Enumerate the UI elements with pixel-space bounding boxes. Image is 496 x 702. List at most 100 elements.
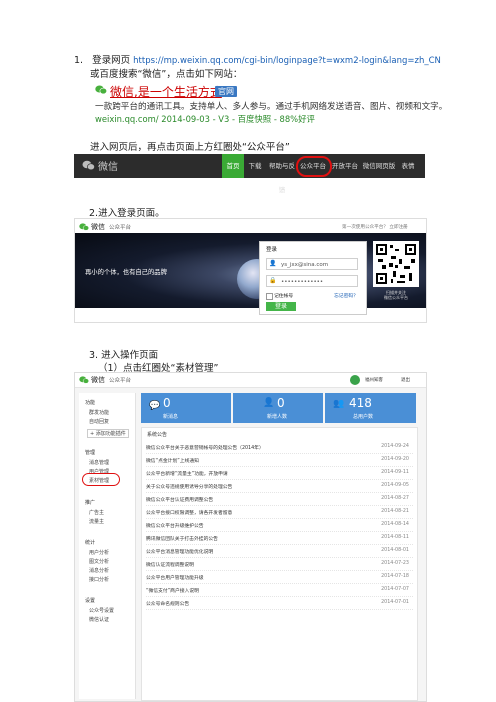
notice-row[interactable]: 微信认证流程调整说明 2014-07-23 (146, 559, 413, 571)
notice-row[interactable]: 公众号命名规则公告 2014-07-01 (146, 598, 413, 610)
message-icon: 💬 (149, 401, 161, 411)
add-plugin-button[interactable]: + 添加功能插件 (87, 429, 129, 438)
email-field[interactable]: ys_jxx@sina.com (266, 258, 358, 270)
notice-row[interactable]: “微信支付”商户接入说明 2014-07-07 (146, 585, 413, 597)
sidebar-item-auto-reply[interactable]: 自动回复 (89, 418, 109, 425)
red-highlight-circle (296, 156, 332, 177)
register-link[interactable]: 第一次使用公众平台？ 立即注册 (342, 224, 408, 230)
sidebar-item-user-analysis[interactable]: 用户分析 (89, 549, 109, 556)
login-form-title: 登录 (266, 247, 278, 253)
login-header-logo: 微信 (91, 223, 105, 231)
stat-num: 0 (277, 396, 285, 410)
sidebar-group-stats: 统计 (85, 540, 96, 546)
notice-title[interactable]: 腾讯微信团队关于打击外挂的公告 (146, 535, 218, 542)
wechat-logo-icon (79, 376, 89, 384)
nav-open-platform[interactable]: 开放平台 (330, 154, 360, 178)
notice-date: 2014-07-01 (381, 600, 409, 605)
admin-header: 微信 公众平台 福州知客 退出 (75, 373, 426, 388)
notice-title[interactable]: 公众平台消息管理功能优化说明 (146, 548, 213, 555)
navbar-logo-text: 微信 (98, 162, 118, 173)
sidebar-item-account-settings[interactable]: 公众号设置 (89, 607, 114, 614)
sidebar-group-settings: 设置 (85, 598, 96, 604)
notice-title[interactable]: 公众平台用户管理功能升级 (146, 574, 204, 581)
notice-title[interactable]: 关于公众号违规使用诱导分享的处理公告 (146, 483, 232, 490)
notice-date: 2014-08-11 (381, 535, 409, 540)
nav-home[interactable]: 首页 (222, 154, 244, 178)
notice-date: 2014-08-21 (381, 509, 409, 514)
search-result-title[interactable]: 微信,是一个生活方式 (110, 83, 222, 100)
step3-title: 3. 进入操作页面 (89, 350, 159, 361)
notice-row[interactable]: 公众平台消息管理功能优化说明 2014-08-01 (146, 546, 413, 558)
notice-title[interactable]: 微信认证流程调整说明 (146, 561, 194, 568)
qr-caption: 扫描并关注 微信公众平台 (384, 290, 408, 300)
admin-logo: 微信 (91, 376, 105, 384)
notice-title[interactable]: 微信公众平台升级维护公告 (146, 522, 204, 529)
notice-row[interactable]: 微信公众平台升级维护公告 2014-08-14 (146, 520, 413, 532)
search-result-meta: weixin.qq.com/ 2014-09-03 - V3 - 百度快照 - … (95, 114, 315, 124)
remember-checkbox[interactable] (266, 293, 273, 300)
notice-row[interactable]: 腾讯微信团队关于打击外挂的公告 2014-08-11 (146, 533, 413, 545)
notice-date: 2014-09-11 (381, 470, 409, 475)
notice-title[interactable]: “微信支付”商户接入说明 (146, 587, 199, 594)
login-button[interactable]: 登录 (266, 302, 296, 311)
notices-title: 系统公告 (147, 432, 168, 438)
notice-row[interactable]: 公众平台接口权限调整，请各开发者留意 2014-08-21 (146, 507, 413, 519)
notice-title[interactable]: 微信公众平台认证费用调整公告 (146, 496, 213, 503)
notice-date: 2014-07-07 (381, 587, 409, 592)
stat-new-followers[interactable]: 👤 0 新增人数 (233, 393, 323, 423)
wechat-logo-icon (79, 223, 89, 231)
admin-screenshot: 微信 公众平台 福州知客 退出 功能 群发功能 自动回复 + 添加功能插件 管理… (74, 372, 427, 702)
sidebar-item-traffic[interactable]: 流量主 (89, 518, 104, 525)
wechat-logo-icon (82, 160, 95, 171)
stat-num: 0 (163, 396, 171, 410)
notice-date: 2014-08-27 (381, 496, 409, 501)
notice-title[interactable]: 公众平台新增“流量主”功能，开放申请 (146, 470, 228, 477)
nav-stickers[interactable]: 表情 (396, 154, 420, 178)
notice-date: 2014-07-23 (381, 561, 409, 566)
notice-row[interactable]: 公众平台新增“流量主”功能，开放申请 2014-09-11 (146, 468, 413, 480)
step1-number: 1. (74, 55, 84, 66)
sidebar-item-article-analysis[interactable]: 图文分析 (89, 558, 109, 565)
notice-row[interactable]: 公众平台用户管理功能升级 2014-07-18 (146, 572, 413, 584)
notice-title[interactable]: 微信公众平台关于恶意营销帐号的处理公告（2014年） (146, 444, 264, 451)
notice-date: 2014-09-05 (381, 483, 409, 488)
red-highlight-circle (82, 473, 120, 486)
notice-row[interactable]: 微信公众平台认证费用调整公告 2014-08-27 (146, 494, 413, 506)
sidebar-item-verification[interactable]: 微信认证 (89, 616, 109, 623)
notice-date: 2014-09-20 (381, 457, 409, 462)
official-badge: 官网 (215, 86, 237, 97)
password-field[interactable]: ••••••••••••• (266, 275, 358, 287)
logout-link[interactable]: 退出 (401, 377, 410, 383)
notice-title[interactable]: 微信“点金计划”上线通知 (146, 457, 199, 464)
step1-prefix: 登录网页 (92, 55, 131, 66)
sidebar-item-mass-send[interactable]: 群发功能 (89, 409, 109, 416)
sidebar-group-manage: 管理 (85, 450, 96, 456)
user-icon: 👤 (269, 260, 277, 267)
sidebar-item-advertiser[interactable]: 广告主 (89, 509, 104, 516)
notice-date: 2014-08-14 (381, 522, 409, 527)
notice-row[interactable]: 关于公众号违规使用诱导分享的处理公告 2014-09-05 (146, 481, 413, 493)
forgot-password-link[interactable]: 忘记密码？ (334, 292, 358, 299)
login-url-link[interactable]: https://mp.weixin.qq.com/cgi-bin/loginpa… (133, 56, 441, 66)
account-name[interactable]: 福州知客 (365, 377, 383, 383)
nav-help[interactable]: 帮助与反馈 (266, 154, 298, 194)
stat-total-users[interactable]: 👥 418 总用户数 (325, 393, 416, 423)
nav-web-version[interactable]: 微信网页版 (362, 154, 396, 178)
notice-date: 2014-09-24 (381, 444, 409, 449)
lock-icon: 🔒 (269, 277, 277, 284)
sidebar-item-message-analysis[interactable]: 消息分析 (89, 567, 109, 574)
account-avatar[interactable] (350, 375, 360, 385)
notice-title[interactable]: 公众平台接口权限调整，请各开发者留意 (146, 509, 232, 516)
notice-title[interactable]: 公众号命名规则公告 (146, 600, 189, 607)
notice-row[interactable]: 微信“点金计划”上线通知 2014-09-20 (146, 455, 413, 467)
sidebar-item-messages[interactable]: 消息管理 (89, 459, 109, 466)
login-slogan: 再小的个体，也有自己的品牌 (85, 269, 167, 276)
sidebar-item-api-analysis[interactable]: 接口分析 (89, 576, 109, 583)
nav-download[interactable]: 下载 (244, 154, 266, 178)
search-result: 微信,是一个生活方式 官网 一款跨平台的通讯工具。支持单人、多人参与。通过手机网… (95, 83, 447, 133)
stat-new-messages[interactable]: 💬 0 新消息 (141, 393, 231, 423)
notice-row[interactable]: 微信公众平台关于恶意营销帐号的处理公告（2014年） 2014-09-24 (146, 442, 413, 454)
group-icon: 👥 (333, 399, 345, 409)
admin-sub: 公众平台 (109, 378, 132, 384)
system-notices: 系统公告 微信公众平台关于恶意营销帐号的处理公告（2014年） 2014-09-2… (141, 427, 418, 701)
